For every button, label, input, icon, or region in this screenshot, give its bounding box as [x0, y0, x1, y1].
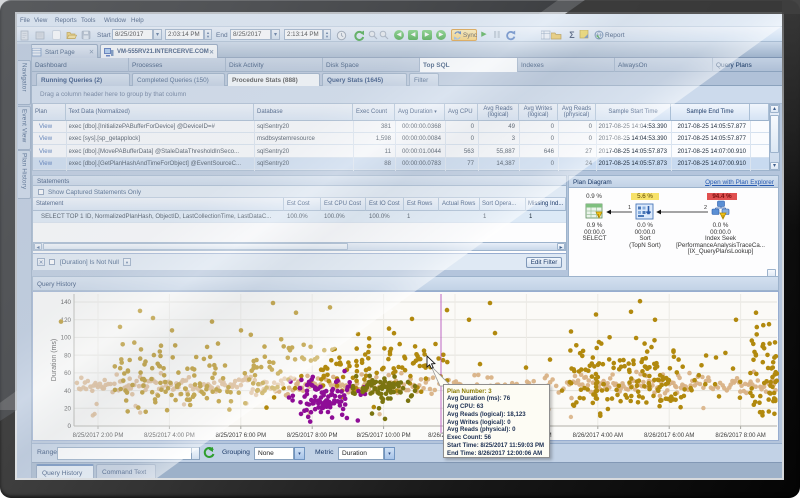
svg-text:8/25/2017 10:00 PM: 8/25/2017 10:00 PM: [357, 433, 411, 439]
svg-text:8/25/2017 2:00 PM: 8/25/2017 2:00 PM: [73, 433, 124, 439]
svg-text:8/26/2017 4:00 AM: 8/26/2017 4:00 AM: [573, 433, 623, 439]
svg-text:Duration (ms): Duration (ms): [51, 339, 58, 381]
svg-text:0: 0: [68, 423, 72, 430]
svg-text:8/25/2017 6:00 PM: 8/25/2017 6:00 PM: [215, 433, 266, 439]
svg-text:60: 60: [64, 370, 71, 377]
svg-text:80: 80: [64, 352, 71, 359]
svg-text:8/25/2017 8:00 PM: 8/25/2017 8:00 PM: [287, 433, 338, 439]
svg-text:8/25/2017 4:00 PM: 8/25/2017 4:00 PM: [144, 433, 195, 439]
svg-text:140: 140: [61, 299, 72, 306]
svg-text:1: 1: [628, 205, 631, 211]
svg-text:100: 100: [61, 335, 72, 342]
svg-text:20: 20: [64, 406, 71, 413]
svg-text:8/26/2017 6:00 AM: 8/26/2017 6:00 AM: [644, 433, 694, 439]
svg-text:2: 2: [704, 205, 707, 211]
svg-text:!: !: [722, 214, 723, 220]
svg-text:8/26/2017 8:00 AM: 8/26/2017 8:00 AM: [715, 433, 765, 439]
svg-text:!: !: [598, 213, 599, 218]
svg-text:40: 40: [64, 388, 71, 395]
